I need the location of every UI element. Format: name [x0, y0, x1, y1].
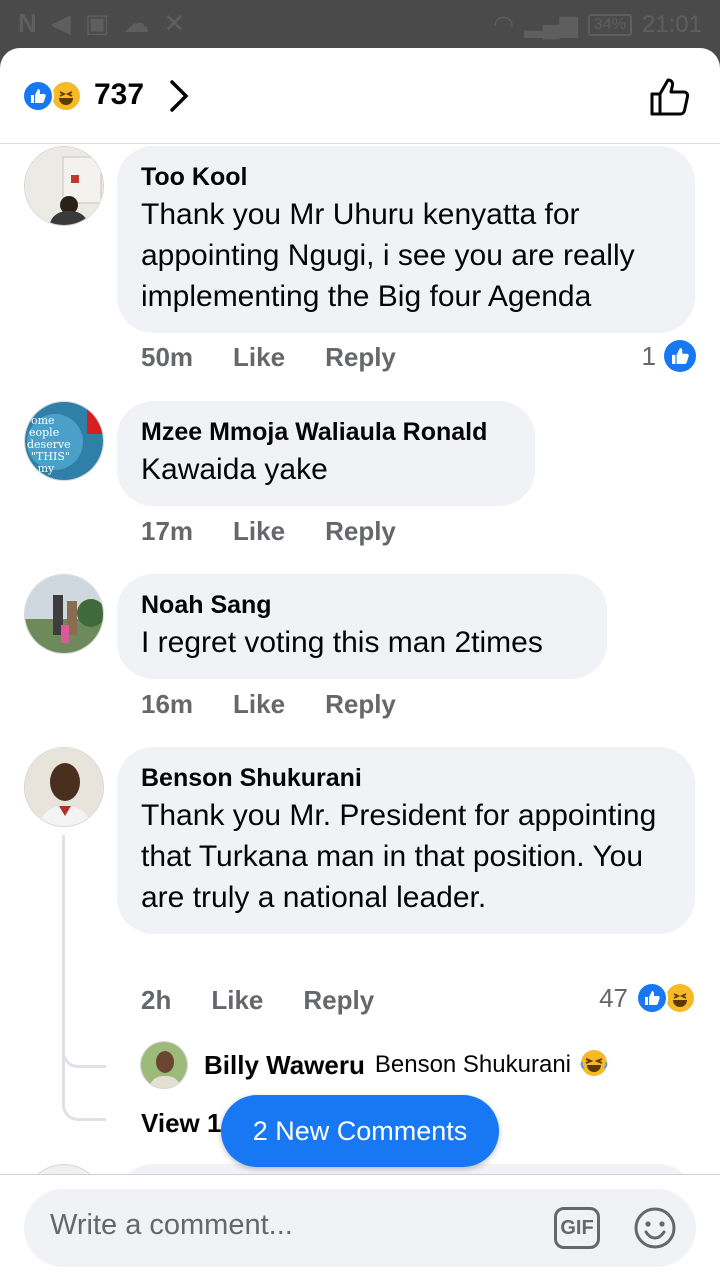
notification-icons: N ◀ ▣ ☁ ✕: [18, 8, 185, 39]
comment-timestamp: 2h: [141, 985, 172, 1015]
comments-sheet: 737 Too Kool Thank you Mr Uhuru kenyatta…: [0, 48, 720, 1280]
like-button[interactable]: Like: [233, 516, 285, 547]
reply-button[interactable]: Reply: [325, 516, 396, 547]
comment-author[interactable]: Benson Shukurani: [141, 761, 671, 795]
comment-actions: 50m Like Reply: [141, 342, 396, 373]
comment-bubble[interactable]: Too Kool Thank you Mr Uhuru kenyatta for…: [117, 146, 695, 333]
system-icons: ◠ ▂▄▆ 34% 21:01: [493, 10, 702, 39]
comment-text: Thank you Mr Uhuru kenyatta for appointi…: [141, 198, 635, 313]
comment-text: Thank you Mr. President for appointing t…: [141, 799, 657, 914]
avatar[interactable]: [140, 1041, 188, 1089]
like-button[interactable]: Like: [233, 689, 285, 720]
view-more-replies-link[interactable]: View 1: [141, 1108, 221, 1139]
reaction-summary[interactable]: [22, 80, 84, 112]
avatar[interactable]: [24, 146, 104, 226]
comment-bubble[interactable]: Noah Sang I regret voting this man 2time…: [117, 574, 607, 679]
comment-author[interactable]: Noah Sang: [141, 588, 583, 622]
like-icon: [22, 80, 54, 112]
like-post-button[interactable]: [648, 74, 692, 123]
image-icon: ▣: [84, 8, 110, 38]
new-comments-button[interactable]: 2 New Comments: [221, 1095, 499, 1167]
x-icon: ✕: [163, 8, 186, 38]
comment-placeholder: Write a comment...: [50, 1209, 293, 1241]
like-button[interactable]: Like: [233, 342, 285, 373]
comment-timestamp: 17m: [141, 516, 194, 546]
comment-actions: 2h Like Reply: [141, 985, 374, 1016]
reply-author[interactable]: Billy Waweru: [204, 1050, 365, 1081]
wifi-icon: ◠: [493, 11, 514, 38]
laughing-emoji-icon: [579, 1048, 609, 1083]
status-bar: N ◀ ▣ ☁ ✕ ◠ ▂▄▆ 34% 21:01: [0, 0, 720, 48]
smiley-icon[interactable]: [632, 1205, 678, 1256]
like-icon: [664, 340, 696, 372]
comment-composer-bar: Write a comment... GIF: [0, 1174, 720, 1280]
reactions-header: 737: [0, 48, 720, 144]
haha-icon: [50, 80, 82, 112]
reply-text: Benson Shukurani: [374, 1051, 571, 1078]
reaction-count: 47: [599, 982, 628, 1013]
like-icon: [636, 982, 668, 1014]
svg-text:n my: n my: [27, 462, 55, 475]
thumbs-up-icon: [650, 78, 690, 116]
comment-bubble[interactable]: Benson Shukurani Thank you Mr. President…: [117, 747, 695, 934]
chevron-right-icon[interactable]: [166, 76, 192, 121]
comment-timestamp: 50m: [141, 342, 194, 372]
comment-input[interactable]: Write a comment... GIF: [24, 1189, 696, 1267]
n-icon: N: [18, 8, 37, 38]
reply-button[interactable]: Reply: [325, 342, 396, 373]
comment-text: Kawaida yake: [141, 453, 328, 486]
like-button[interactable]: Like: [211, 985, 263, 1016]
comment-timestamp: 16m: [141, 689, 194, 719]
reply-button[interactable]: Reply: [303, 985, 374, 1016]
comment-reactions[interactable]: 1: [642, 340, 696, 372]
comment-author[interactable]: Mzee Mmoja Waliaula Ronald: [141, 415, 511, 449]
comment-text: I regret voting this man 2times: [141, 626, 543, 659]
reply-button[interactable]: Reply: [325, 689, 396, 720]
signal-icon: ▂▄▆: [523, 11, 578, 38]
cloud-icon: ☁: [123, 8, 150, 38]
comment-author[interactable]: Too Kool: [141, 160, 671, 194]
battery-indicator: 34%: [587, 13, 632, 36]
reaction-count[interactable]: 737: [94, 78, 144, 112]
comment-actions: 17m Like Reply: [141, 516, 396, 547]
haha-icon: [664, 982, 696, 1014]
thread-line: [62, 835, 106, 1121]
reply-preview[interactable]: Billy Waweru Benson Shukurani: [140, 1041, 609, 1089]
comment-actions: 16m Like Reply: [141, 689, 396, 720]
comment-reactions[interactable]: 47: [599, 982, 696, 1014]
gif-icon[interactable]: GIF: [554, 1207, 600, 1249]
avatar[interactable]: ome eople deserve "THIS" n my: [24, 401, 104, 481]
comment-bubble[interactable]: Mzee Mmoja Waliaula Ronald Kawaida yake: [117, 401, 535, 506]
avatar[interactable]: [24, 747, 104, 827]
reaction-count: 1: [641, 340, 656, 371]
avatar[interactable]: [24, 574, 104, 654]
clock: 21:01: [641, 10, 702, 38]
telegram-icon: ◀: [50, 8, 71, 38]
